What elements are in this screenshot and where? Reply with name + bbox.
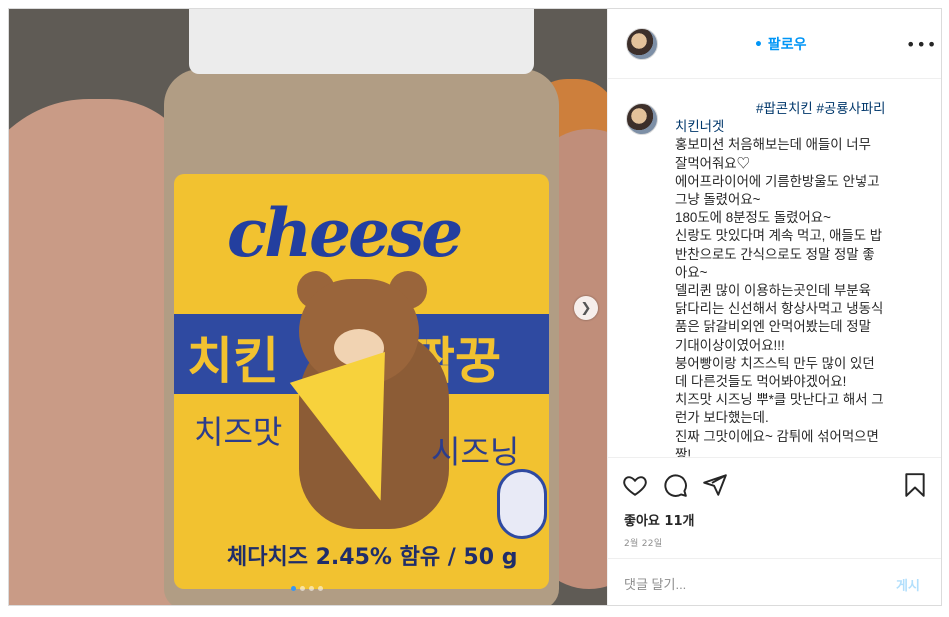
carousel-dot [309, 586, 314, 591]
caption-line: 런가 보다했는데. [675, 410, 769, 426]
caption-line: 홍보미션 처음해보는데 애들이 너무 [675, 137, 871, 153]
carousel-dot [291, 586, 296, 591]
comment-icon[interactable] [662, 472, 688, 498]
caption-line: 에어프라이어에 기름한방울도 안넣고 [675, 173, 880, 189]
carousel-dot [318, 586, 323, 591]
caption-line[interactable]: 치킨너겟 [675, 118, 925, 136]
caption-line: 180도에 8분정도 돌렸어요~ [675, 210, 831, 226]
caption-area: #팝콘치킨 #공룡사파리 치킨너겟 홍보미션 처음해보는데 애들이 너무 잘먹어… [608, 89, 941, 457]
follow-button[interactable]: • 팔로우 [754, 34, 806, 54]
caption-author-avatar[interactable] [626, 103, 658, 135]
post-photo[interactable]: cheese 치킨 짝꿍 치즈맛 시즈닝 체다치즈 2.45% 함유 / 50 … [9, 9, 607, 605]
caption-line: 기대이상이였어요!!! [675, 337, 785, 353]
comment-input[interactable] [624, 574, 874, 594]
next-photo-button[interactable]: ❯ [574, 296, 598, 320]
post-frame: cheese 치킨 짝꿍 치즈맛 시즈닝 체다치즈 2.45% 함유 / 50 … [8, 8, 942, 606]
caption-line: 신랑도 맛있다며 계속 먹고, 애들도 밥 [675, 228, 883, 244]
post-header: • 팔로우 ••• [608, 9, 941, 79]
label-chicken-text: 치킨 [187, 332, 279, 390]
comment-box: 게시 [608, 558, 941, 605]
label-cheese-flavor-text: 치즈맛 [194, 413, 283, 451]
caption-line: 닭다리는 신선해서 항상사먹고 냉동식 [675, 301, 884, 317]
caption-line: 품은 닭갈비외엔 안먹어봤는데 정말 [675, 319, 871, 335]
caption-line: 그냥 돌렸어요~ [675, 192, 761, 208]
caption-hashtags[interactable]: #팝콘치킨 #공룡사파리 [675, 100, 925, 118]
bookmark-icon[interactable] [902, 472, 928, 498]
post-actions: 좋아요 11개 2월 22일 게시 [608, 457, 941, 605]
author-avatar[interactable] [626, 28, 658, 60]
caption-line: 붕어빵이랑 치즈스틱 만두 많이 있던 [675, 355, 875, 371]
bottle-cap [189, 9, 534, 74]
carousel-indicator [291, 586, 323, 591]
label-cheese-text: cheese [227, 194, 463, 272]
label-seasoning-text: 시즈닝 [431, 433, 520, 471]
caption-line: 짱! [675, 446, 692, 457]
caption-text: #팝콘치킨 #공룡사파리 치킨너겟 홍보미션 처음해보는데 애들이 너무 잘먹어… [675, 101, 925, 457]
caption-line: 아요~ [675, 264, 708, 280]
caption-line: 진짜 그맛이에요~ 감튀에 섞어먹으면 [675, 428, 879, 444]
post-side-panel: • 팔로우 ••• #팝콘치킨 #공룡사파리 치킨너겟 홍보미션 처음해보는데 … [607, 9, 941, 605]
caption-line: 반찬으로도 간식으로도 정말 정말 좋 [675, 246, 875, 262]
caption-line: 델리퀸 많이 이용하는곳인데 부분육 [675, 283, 871, 299]
carousel-dot [300, 586, 305, 591]
haccp-badge [497, 469, 547, 539]
share-icon[interactable] [702, 472, 728, 498]
like-count[interactable]: 좋아요 11개 [624, 510, 694, 529]
caption-line: 잘먹어줘요♡ [675, 155, 750, 171]
post-comment-button[interactable]: 게시 [896, 575, 920, 594]
chevron-right-icon: ❯ [580, 300, 592, 316]
post-date[interactable]: 2월 22일 [624, 536, 662, 549]
caption-line: 데 다른것들도 먹어봐야겠어요! [675, 374, 847, 390]
label-ingredients-text: 체다치즈 2.45% 함유 / 50 g [227, 545, 518, 570]
heart-icon[interactable] [622, 472, 648, 498]
caption-line: 치즈맛 시즈닝 뿌*클 맛난다고 해서 그 [675, 392, 884, 408]
more-options-icon[interactable]: ••• [906, 35, 937, 54]
